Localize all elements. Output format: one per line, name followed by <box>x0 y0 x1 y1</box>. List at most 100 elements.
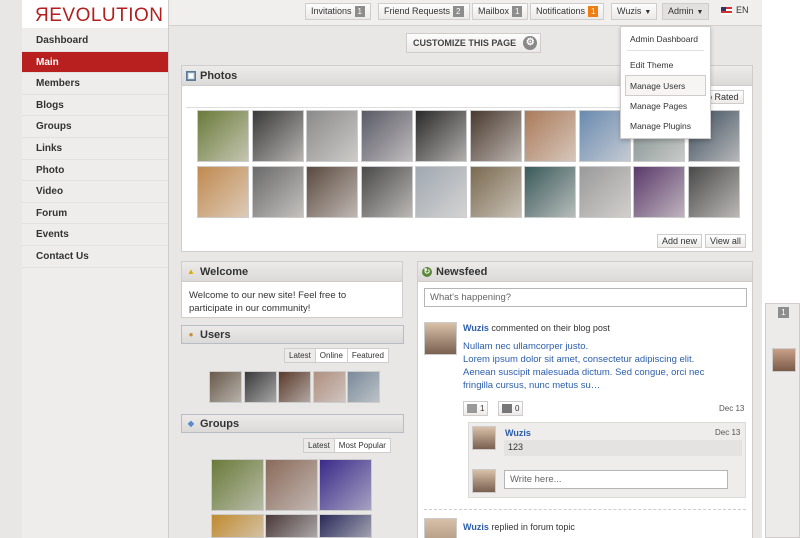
group-thumbnail[interactable] <box>319 459 372 511</box>
photo-thumbnail[interactable] <box>469 166 522 218</box>
photo-thumbnail[interactable] <box>524 166 576 218</box>
mini-avatar[interactable] <box>772 348 796 372</box>
tab-groups-most-popular[interactable]: Most Popular <box>334 439 390 452</box>
photo-thumbnail[interactable] <box>469 110 522 162</box>
comment-user-link[interactable]: Wuzis <box>505 428 531 438</box>
friend-requests-badge: 2 <box>453 6 464 17</box>
post-user-link[interactable]: Wuzis <box>463 323 489 333</box>
user-avatar[interactable] <box>347 371 380 403</box>
refresh-icon: ↻ <box>422 267 432 277</box>
photo-thumbnail[interactable] <box>306 166 358 218</box>
photo-thumbnail[interactable] <box>197 110 249 162</box>
photo-thumbnail[interactable] <box>251 166 304 218</box>
like-count: 0 <box>515 404 520 413</box>
invitations-button[interactable]: Invitations 1 <box>305 3 371 20</box>
group-thumbnail[interactable] <box>211 514 264 538</box>
notifications-button[interactable]: Notifications 1 <box>530 3 605 20</box>
post2-user-link[interactable]: Wuzis <box>463 522 489 532</box>
view-all-photos-button[interactable]: View all <box>705 234 746 248</box>
photo-thumbnail[interactable] <box>415 110 467 162</box>
top-rated-label: p Rated <box>707 92 739 102</box>
post-title-link[interactable]: Nullam nec ullamcorper justo. <box>463 340 588 353</box>
photo-thumbnail[interactable] <box>687 166 740 218</box>
menu-divider <box>627 49 704 51</box>
reply-input[interactable]: Write here... <box>504 470 728 489</box>
photo-thumbnail[interactable] <box>524 110 576 162</box>
sidebar-item-main[interactable]: Main <box>22 51 168 74</box>
group-thumbnail[interactable] <box>319 514 372 538</box>
sidebar-item-groups[interactable]: Groups <box>22 116 168 138</box>
mailbox-button[interactable]: Mailbox 1 <box>472 3 529 20</box>
sidebar-item-dashboard[interactable]: Dashboard <box>22 30 168 52</box>
groups-icon: ◆ <box>187 419 195 428</box>
sidebar-item-members[interactable]: Members <box>22 73 168 95</box>
sidebar-item-forum[interactable]: Forum <box>22 203 168 225</box>
admin-menu-button[interactable]: Admin ▼ <box>662 3 710 20</box>
groups-header: ◆ Groups <box>181 414 404 433</box>
user-menu-label: Wuzis <box>617 6 642 16</box>
photos-title: Photos <box>200 70 238 82</box>
photo-thumbnail[interactable] <box>578 166 631 218</box>
sidebar-item-video[interactable]: Video <box>22 181 168 203</box>
sidebar-item-contact-us[interactable]: Contact Us <box>22 246 168 268</box>
sidebar-item-events[interactable]: Events <box>22 224 168 246</box>
thumbs-up-icon <box>502 404 512 414</box>
tab-users-online[interactable]: Online <box>315 349 348 362</box>
sidebar-item-links[interactable]: Links <box>22 138 168 160</box>
comment-icon <box>467 404 477 414</box>
newsfeed-header: ↻ Newsfeed <box>418 262 752 282</box>
comment-text: 123 <box>504 440 742 456</box>
chevron-down-icon: ▼ <box>696 9 704 16</box>
status-input[interactable]: What's happening? <box>424 288 747 307</box>
user-menu-button[interactable]: Wuzis ▼ <box>611 3 658 20</box>
welcome-title: Welcome <box>200 266 249 278</box>
invitations-label: Invitations <box>311 6 352 16</box>
photo-thumbnail[interactable] <box>306 110 358 162</box>
photo-thumbnail[interactable] <box>415 166 467 218</box>
photo-thumbnail[interactable] <box>197 166 249 218</box>
user-avatar[interactable] <box>243 371 277 403</box>
gear-icon: ⚙ <box>523 36 538 50</box>
sidebar-item-photo[interactable]: Photo <box>22 160 168 182</box>
groups-tabs: Latest Most Popular <box>303 438 391 453</box>
welcome-text-line1: Welcome to our new site! Feel free to <box>189 290 347 301</box>
like-button[interactable]: 0 <box>498 401 524 416</box>
photo-thumbnail[interactable] <box>251 110 304 162</box>
photo-thumbnail[interactable] <box>633 166 685 218</box>
menu-item-manage-plugins[interactable]: Manage Plugins <box>621 116 710 137</box>
tab-users-latest[interactable]: Latest <box>285 349 316 362</box>
group-thumbnail[interactable] <box>265 514 318 538</box>
group-thumbnail[interactable] <box>211 459 264 511</box>
post-body-line1: Lorem ipsum dolor sit amet, consectetur … <box>463 354 695 365</box>
photo-thumbnail[interactable] <box>360 166 413 218</box>
comment-avatar[interactable] <box>472 426 496 450</box>
user-avatar[interactable] <box>209 371 242 403</box>
user-avatar[interactable] <box>278 371 311 403</box>
mini-panel-badge: 1 <box>778 307 789 318</box>
menu-item-manage-users[interactable]: Manage Users <box>625 75 706 96</box>
language-label: EN <box>736 5 749 15</box>
post-body-line2: Aenean suscipit malesuada dictum. Sed co… <box>463 367 705 378</box>
notifications-badge: 1 <box>588 6 599 17</box>
photo-thumbnail[interactable] <box>360 110 413 162</box>
post-avatar[interactable] <box>424 322 457 355</box>
menu-item-edit-theme[interactable]: Edit Theme <box>621 55 710 76</box>
menu-item-admin-dashboard[interactable]: Admin Dashboard <box>621 29 710 50</box>
group-thumbnail[interactable] <box>265 459 318 511</box>
user-avatar[interactable] <box>312 371 346 403</box>
users-title: Users <box>200 329 231 341</box>
language-selector[interactable]: EN <box>716 3 754 20</box>
menu-item-manage-pages[interactable]: Manage Pages <box>621 96 710 117</box>
friend-requests-button[interactable]: Friend Requests 2 <box>378 3 470 20</box>
tab-users-featured[interactable]: Featured <box>347 349 388 362</box>
customize-page-button[interactable]: CUSTOMIZE THIS PAGE ⚙ <box>406 33 542 53</box>
sidebar-item-blogs[interactable]: Blogs <box>22 95 168 117</box>
tab-groups-latest[interactable]: Latest <box>304 439 335 452</box>
add-new-photo-button[interactable]: Add new <box>657 234 703 248</box>
post2-avatar[interactable] <box>424 518 457 538</box>
reply-avatar <box>472 469 496 493</box>
comment-count-button[interactable]: 1 <box>463 401 489 416</box>
comment-box: Wuzis Dec 13 123 Write here... <box>468 422 746 498</box>
users-tabs: Latest Online Featured <box>284 348 389 363</box>
site-logo[interactable]: ЯEVOLUTION <box>22 0 168 28</box>
